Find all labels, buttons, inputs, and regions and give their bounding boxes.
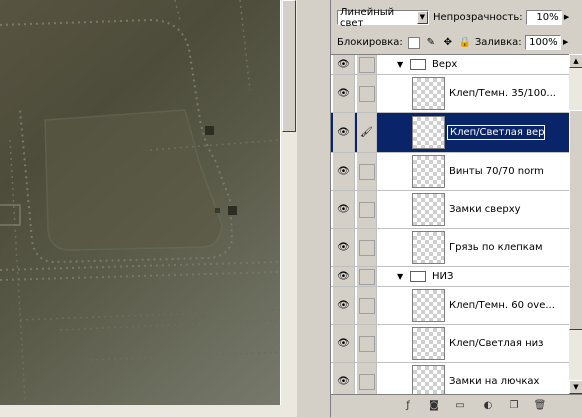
eye-icon[interactable]: 👁: [333, 229, 355, 266]
scroll-up-icon[interactable]: ▲: [569, 54, 582, 68]
layer-style-icon[interactable]: ƒ: [401, 399, 415, 413]
layer-name: Винты 70/70 norm: [449, 166, 544, 177]
eye-icon[interactable]: 👁: [333, 153, 355, 190]
layer-thumbnail: [412, 193, 445, 226]
fill-arrow-icon[interactable]: ▶: [561, 36, 571, 49]
layer-thumbnail: [412, 155, 445, 188]
folder-icon: [410, 271, 426, 282]
layer-name: Грязь по клепкам: [449, 242, 543, 253]
layer-thumbnail: [412, 77, 445, 110]
scroll-thumb[interactable]: [569, 110, 582, 330]
eye-icon[interactable]: 👁: [333, 363, 355, 395]
triangle-down-icon[interactable]: ▼: [397, 272, 403, 281]
layer-row[interactable]: 👁 Клеп/Темн. 60 ove...: [331, 287, 569, 325]
layer-row[interactable]: 👁 Клеп/Светлая низ: [331, 325, 569, 363]
layer-name: Клеп/Темн. 35/100...: [449, 88, 556, 99]
layer-group-top[interactable]: 👁 ▼ Верх: [331, 55, 569, 75]
texture-artwork: [0, 0, 280, 401]
layer-row-selected[interactable]: 👁 🖌 Клеп/Светлая верх: [331, 113, 569, 153]
layer-thumbnail: [412, 231, 445, 264]
add-mask-icon[interactable]: ◙: [427, 399, 441, 413]
layer-row[interactable]: 👁 Клеп/Темн. 35/100...: [331, 75, 569, 113]
layer-thumbnail: [412, 365, 445, 395]
lock-paint-icon[interactable]: ✎: [425, 37, 437, 49]
blend-mode-value: Линейный свет: [340, 6, 395, 29]
link-cell[interactable]: [357, 75, 377, 112]
layers-list[interactable]: 👁 ▼ Верх 👁 Клеп/Темн. 35/100... 👁 🖌 Клеп…: [331, 54, 569, 395]
layer-name: Замки сверху: [449, 204, 521, 215]
eye-icon[interactable]: 👁: [333, 191, 355, 228]
fill-label: Заливка:: [474, 37, 522, 48]
lock-row: Блокировка: ✎ ✥ 🔒 Заливка: 100% ▶: [337, 34, 571, 51]
new-layer-icon[interactable]: ❐: [507, 399, 521, 413]
layer-thumbnail: [412, 289, 445, 322]
link-cell[interactable]: [357, 55, 377, 74]
fill-input[interactable]: 100%: [524, 35, 561, 50]
layer-name: Замки на лючках: [449, 376, 540, 387]
canvas-horizontal-scrollbar[interactable]: [0, 405, 297, 417]
chevron-down-icon[interactable]: ▼: [416, 11, 428, 24]
eye-icon[interactable]: 👁: [333, 287, 355, 324]
layer-row[interactable]: 👁 Замки сверху: [331, 191, 569, 229]
scroll-down-icon[interactable]: ▼: [569, 380, 582, 394]
layer-row[interactable]: 👁 Замки на лючках: [331, 363, 569, 395]
opacity-arrow-icon[interactable]: ▶: [562, 11, 572, 24]
link-cell[interactable]: [357, 153, 377, 190]
layer-name: Клеп/Темн. 60 ove...: [449, 300, 555, 311]
link-cell[interactable]: [357, 363, 377, 395]
link-cell[interactable]: [357, 229, 377, 266]
layer-row[interactable]: 👁 Грязь по клепкам: [331, 229, 569, 267]
triangle-down-icon[interactable]: ▼: [397, 60, 403, 69]
layer-name-edit-field[interactable]: Клеп/Светлая верх: [447, 125, 545, 140]
opacity-input[interactable]: 10%: [525, 10, 562, 25]
eye-icon[interactable]: 👁: [333, 55, 355, 74]
layer-name: Клеп/Светлая низ: [449, 338, 544, 349]
eye-icon[interactable]: 👁: [333, 325, 355, 362]
layer-thumbnail: [412, 327, 445, 360]
brush-icon[interactable]: 🖌: [357, 113, 377, 152]
group-name: НИЗ: [432, 271, 454, 282]
layer-group-bottom[interactable]: 👁 ▼ НИЗ: [331, 267, 569, 287]
link-cell[interactable]: [357, 267, 377, 286]
group-name: Верх: [432, 59, 458, 70]
trash-icon[interactable]: 🗑: [533, 399, 547, 413]
eye-icon[interactable]: 👁: [333, 267, 355, 286]
eye-icon[interactable]: 👁: [333, 113, 355, 152]
link-cell[interactable]: [357, 191, 377, 228]
opacity-label: Непрозрачность:: [433, 12, 523, 23]
document-canvas[interactable]: [0, 0, 280, 405]
layers-footer-toolbar: ƒ ◙ ▭ ◐ ❐ 🗑: [331, 394, 582, 418]
link-cell[interactable]: [357, 325, 377, 362]
adjustment-layer-icon[interactable]: ◐: [481, 399, 495, 413]
link-cell[interactable]: [357, 287, 377, 324]
layers-panel: Линейный свет ▼ Непрозрачность: 10% ▶ Бл…: [330, 0, 582, 418]
new-group-icon[interactable]: ▭: [453, 399, 467, 413]
layers-scrollbar[interactable]: ▲ ▼: [569, 54, 582, 394]
folder-icon: [410, 59, 426, 70]
lock-move-icon[interactable]: ✥: [442, 37, 454, 49]
layer-row[interactable]: 👁 Винты 70/70 norm: [331, 153, 569, 191]
layer-thumbnail: [412, 116, 445, 149]
scroll-thumb[interactable]: [282, 0, 296, 132]
blend-mode-select[interactable]: Линейный свет ▼: [337, 7, 429, 29]
lock-all-icon[interactable]: 🔒: [459, 37, 471, 49]
lock-label: Блокировка:: [337, 37, 403, 48]
canvas-vertical-scrollbar[interactable]: [280, 0, 297, 405]
eye-icon[interactable]: 👁: [333, 75, 355, 112]
workspace-gap: [297, 0, 330, 417]
lock-transparency-icon[interactable]: [407, 36, 420, 49]
blend-row: Линейный свет ▼ Непрозрачность: 10% ▶: [337, 7, 572, 29]
